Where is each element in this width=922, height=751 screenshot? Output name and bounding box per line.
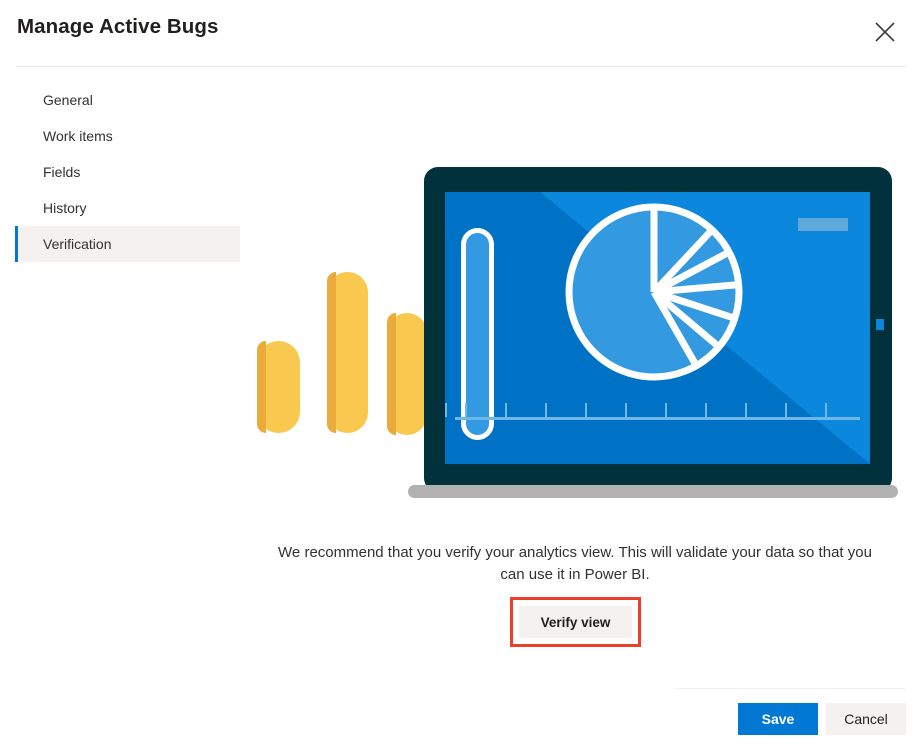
sidebar-item-label: Verification bbox=[43, 236, 112, 252]
footer-divider bbox=[676, 688, 906, 689]
sidebar-item-label: History bbox=[43, 200, 87, 216]
footer-actions: Save Cancel bbox=[738, 703, 906, 735]
verify-view-button[interactable]: Verify view bbox=[519, 606, 632, 638]
axis-tick bbox=[705, 403, 707, 417]
axis-tick bbox=[545, 403, 547, 417]
sidebar-item-label: General bbox=[43, 92, 93, 108]
sidebar-item-work-items[interactable]: Work items bbox=[15, 118, 240, 154]
sidebar-item-fields[interactable]: Fields bbox=[15, 154, 240, 190]
sidebar-item-label: Work items bbox=[43, 128, 113, 144]
header-divider bbox=[16, 66, 906, 67]
save-button[interactable]: Save bbox=[738, 703, 818, 735]
pie-chart-icon bbox=[565, 203, 743, 381]
dialog-header: Manage Active Bugs bbox=[0, 0, 922, 66]
chart-axis-line bbox=[455, 417, 860, 420]
axis-tick bbox=[825, 403, 827, 417]
axis-tick bbox=[625, 403, 627, 417]
bar-chart-bar-2 bbox=[327, 272, 368, 433]
sidebar-item-verification[interactable]: Verification bbox=[15, 226, 240, 262]
settings-nav: General Work items Fields History Verifi… bbox=[15, 82, 240, 262]
tablet-side-button-icon bbox=[876, 319, 884, 330]
axis-tick bbox=[445, 403, 447, 417]
recommendation-text: We recommend that you verify your analyt… bbox=[278, 544, 872, 583]
axis-tick bbox=[745, 403, 747, 417]
close-icon bbox=[875, 22, 895, 42]
manage-active-bugs-dialog: Manage Active Bugs General Work items Fi… bbox=[0, 0, 922, 751]
axis-tick bbox=[465, 403, 467, 417]
tablet-stand bbox=[408, 485, 898, 498]
analytics-tablet-illustration bbox=[248, 160, 908, 505]
cancel-button[interactable]: Cancel bbox=[826, 703, 906, 735]
axis-tick bbox=[505, 403, 507, 417]
tablet-screen bbox=[445, 192, 870, 464]
close-button[interactable] bbox=[866, 13, 904, 51]
bar-chart-bar-3 bbox=[387, 313, 427, 435]
axis-tick bbox=[665, 403, 667, 417]
sidebar-item-label: Fields bbox=[43, 164, 81, 180]
screen-badge bbox=[798, 218, 848, 231]
bar-edge bbox=[387, 313, 396, 435]
bar-edge bbox=[257, 341, 266, 433]
axis-tick bbox=[585, 403, 587, 417]
page-title: Manage Active Bugs bbox=[17, 15, 219, 38]
sidebar-item-history[interactable]: History bbox=[15, 190, 240, 226]
sidebar-item-general[interactable]: General bbox=[15, 82, 240, 118]
axis-tick bbox=[785, 403, 787, 417]
verify-view-annotation-box: Verify view bbox=[510, 597, 641, 647]
bar-edge bbox=[327, 272, 336, 433]
bar-chart-bar-1 bbox=[257, 341, 300, 433]
